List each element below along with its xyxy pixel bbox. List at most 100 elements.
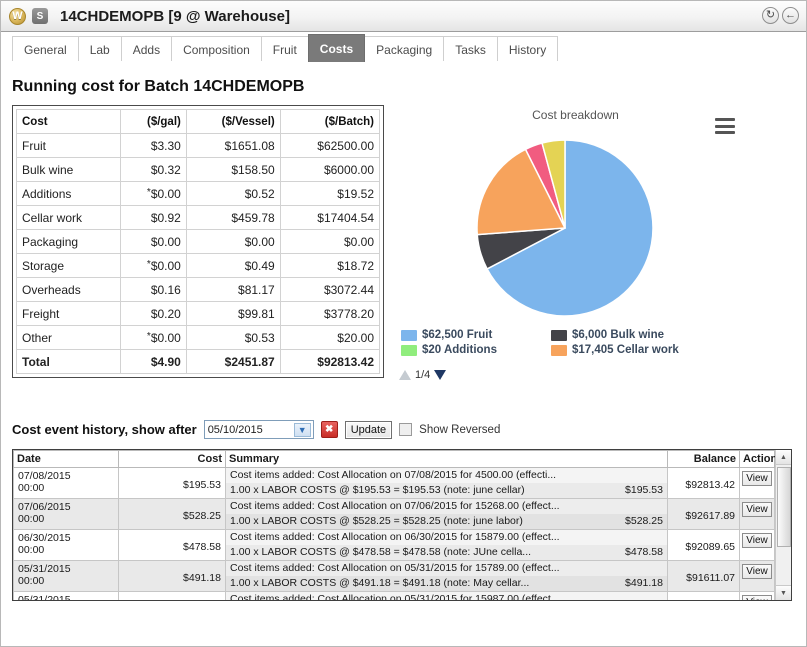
cost-per-vessel: $0.52	[185, 181, 281, 206]
history-cost: $528.25	[183, 510, 221, 522]
history-col-header[interactable]: Date	[13, 450, 119, 468]
app-badge-icon: S	[32, 8, 48, 24]
cost-per-vessel: $0.53	[185, 325, 281, 350]
pie-chart	[431, 133, 761, 323]
cost-per-gal-value: $0.00	[150, 186, 181, 201]
tab-packaging[interactable]: Packaging	[364, 36, 445, 62]
legend-item[interactable]: $20 Additions	[401, 344, 543, 356]
cost-per-vessel: $459.78	[185, 205, 281, 230]
cost-col-header: ($/gal)	[120, 109, 187, 134]
running-cost-table: Cost ($/gal) ($/Vessel) ($/Batch) Fruit $3.3…	[15, 109, 381, 374]
tab-composition[interactable]: Composition	[171, 36, 262, 62]
history-cost-cell: $528.25	[118, 498, 226, 530]
tab-tasks[interactable]: Tasks	[443, 36, 498, 62]
legend-item[interactable]: $17,405 Cellar work	[551, 344, 701, 356]
chart-page-up-icon[interactable]	[399, 370, 411, 380]
view-button[interactable]: View	[742, 533, 772, 548]
tab-costs[interactable]: Costs	[307, 34, 366, 62]
clear-date-button[interactable]: ✖	[320, 421, 338, 438]
history-summary-cell: Cost items added: Cost Allocation on 07/…	[225, 467, 668, 499]
legend-swatch-icon	[401, 329, 417, 341]
history-date-cell: 07/06/2015 00:00	[13, 498, 119, 530]
cost-table-row: Additions *$0.00 $0.52 $19.52	[15, 181, 381, 206]
history-date-cell: 06/30/2015 00:00	[13, 529, 119, 561]
history-summary-detail-text: 1.00 x LABOR COSTS @ $478.58 = $478.58 (…	[230, 546, 532, 558]
show-reversed-checkbox[interactable]	[399, 423, 413, 436]
winery-logo-icon: W	[9, 7, 26, 25]
view-button[interactable]: View	[742, 595, 772, 600]
history-col-header[interactable]: Action	[739, 450, 775, 468]
history-summary-primary: Cost items added: Cost Allocation on 05/…	[226, 592, 667, 600]
scroll-down-icon[interactable]: ▼	[776, 585, 791, 600]
history-balance-cell: $92813.42	[667, 467, 740, 499]
cost-per-gal-value: $3.30	[150, 138, 181, 153]
history-col-header[interactable]: Summary	[225, 450, 668, 468]
cost-col-header: ($/Vessel)	[185, 109, 281, 134]
history-summary-amount: $478.58	[625, 546, 663, 558]
history-action-cell: View	[739, 467, 775, 499]
chart-page-down-icon[interactable]	[434, 370, 447, 380]
history-cost: $195.53	[183, 479, 221, 491]
cost-category: Freight	[15, 301, 122, 326]
history-summary-detail-text: 1.00 x LABOR COSTS @ $528.25 = $528.25 (…	[230, 515, 523, 527]
cost-per-batch: $6000.00	[279, 157, 381, 182]
tab-fruit[interactable]: Fruit	[260, 36, 309, 62]
legend-swatch-icon	[401, 344, 417, 356]
cost-per-gal: $0.00	[120, 229, 187, 254]
view-button[interactable]: View	[742, 471, 772, 486]
history-table-row[interactable]: 07/06/2015 00:00 $528.25 Cost items added: …	[13, 498, 775, 530]
cost-per-batch: $3778.20	[279, 301, 381, 326]
show-after-date-value: 05/10/2015	[207, 423, 263, 436]
tab-history[interactable]: History	[496, 36, 559, 62]
history-col-header[interactable]: Balance	[667, 450, 740, 468]
tab-general[interactable]: General	[12, 36, 79, 62]
view-button[interactable]: View	[742, 502, 772, 517]
history-summary-text: Cost items added: Cost Allocation on 05/…	[230, 593, 560, 600]
history-col-header[interactable]: Cost	[118, 450, 226, 468]
history-balance: $92813.42	[685, 479, 735, 491]
scrollbar-thumb[interactable]	[777, 467, 791, 547]
cost-per-batch: $92813.42	[279, 349, 381, 374]
history-table-row[interactable]: 05/31/2015 00:00 $491.18 Cost items added: …	[13, 560, 775, 592]
cost-category: Additions	[15, 181, 122, 206]
show-reversed-label: Show Reversed	[419, 423, 501, 436]
history-action-cell: View	[739, 498, 775, 530]
history-balance-cell: $91119.89	[667, 591, 740, 600]
history-cost-cell: $491.18	[118, 560, 226, 592]
tab-lab[interactable]: Lab	[77, 36, 122, 62]
history-table-row[interactable]: 06/30/2015 00:00 $478.58 Cost items added: …	[13, 529, 775, 561]
chevron-down-icon[interactable]: ▼	[293, 423, 311, 437]
scroll-up-icon[interactable]: ▲	[776, 450, 791, 465]
cost-per-gal: $0.92	[120, 205, 187, 230]
legend-item[interactable]: $62,500 Fruit	[401, 329, 543, 341]
hamburger-icon[interactable]	[715, 118, 735, 134]
cost-category: Cellar work	[15, 205, 122, 230]
history-time: 00:00	[18, 544, 45, 556]
history-summary-cell: Cost items added: Cost Allocation on 06/…	[225, 529, 668, 561]
history-table-row[interactable]: 07/08/2015 00:00 $195.53 Cost items added: …	[13, 467, 775, 499]
refresh-icon[interactable]: ↻	[762, 7, 779, 24]
update-button[interactable]: Update	[344, 420, 393, 439]
cost-per-batch: $62500.00	[279, 133, 381, 158]
history-cost: $429.61	[119, 592, 225, 600]
cost-per-gal-value: $0.92	[150, 210, 181, 225]
history-balance: $91119.89	[668, 592, 739, 600]
cost-col-header: Cost	[15, 109, 122, 134]
cost-per-gal-value: $0.00	[150, 258, 181, 273]
legend-label: $6,000 Bulk wine	[572, 329, 665, 341]
tab-adds[interactable]: Adds	[120, 36, 173, 62]
history-table-row[interactable]: 05/31/201500:00$429.61 Cost items added: …	[13, 591, 775, 600]
history-balance-cell: $92089.65	[667, 529, 740, 561]
view-button[interactable]: View	[742, 564, 772, 579]
show-after-date-input[interactable]: 05/10/2015 ▼	[203, 420, 314, 439]
cost-category: Other	[15, 325, 122, 350]
history-summary-text: Cost items added: Cost Allocation on 06/…	[230, 531, 560, 543]
history-vertical-scrollbar[interactable]: ▲ ▼	[775, 450, 791, 600]
history-date: 05/31/2015	[18, 563, 71, 575]
legend-label: $62,500 Fruit	[422, 329, 493, 341]
cost-per-gal: $0.20	[120, 301, 187, 326]
app-window: W S 14CHDEMOPB [9 @ Warehouse] ↻ ← Gener…	[0, 0, 807, 647]
back-arrow-icon[interactable]: ←	[782, 7, 799, 24]
legend-item[interactable]: $6,000 Bulk wine	[551, 329, 701, 341]
history-action-cell: View	[739, 591, 775, 600]
